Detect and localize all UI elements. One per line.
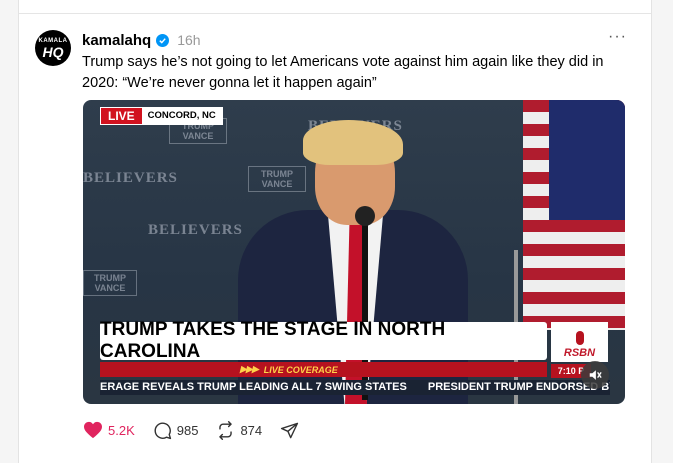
- live-coverage-label: LIVE COVERAGE: [263, 364, 338, 375]
- comment-button[interactable]: 985: [153, 421, 199, 440]
- flag-canton: [549, 100, 625, 220]
- heart-icon: [84, 421, 102, 439]
- more-icon[interactable]: ···: [608, 28, 627, 46]
- live-badge: LIVE CONCORD, NC: [100, 107, 223, 125]
- like-button[interactable]: 5.2K: [83, 421, 135, 439]
- share-icon: [281, 422, 299, 438]
- avatar[interactable]: KAMALA HQ: [35, 30, 71, 66]
- like-count: 5.2K: [108, 422, 135, 438]
- ticker-item: ERAGE REVEALS TRUMP LEADING ALL 7 SWING …: [100, 381, 407, 393]
- repost-button[interactable]: 874: [216, 420, 263, 440]
- mute-icon[interactable]: [581, 361, 609, 389]
- backdrop-trump-vance-2: TRUMP VANCE: [248, 166, 306, 192]
- chyron-headline: TRUMP TAKES THE STAGE IN NORTH CAROLINA: [100, 319, 547, 362]
- speaker-hair: [303, 120, 403, 165]
- comment-icon: [154, 421, 171, 439]
- avatar-text-main: HQ: [42, 43, 64, 60]
- backdrop-trump-vance-3: TRUMP VANCE: [83, 270, 137, 296]
- play-arrows-icon: ▶▶▶: [240, 364, 259, 374]
- network-name: RSBN: [563, 347, 596, 359]
- post-header: kamalahq 16h: [82, 30, 201, 50]
- microphone: [355, 206, 375, 226]
- location-label: CONCORD, NC: [141, 108, 222, 124]
- backdrop-believers-3: BELIEVERS: [148, 222, 243, 238]
- video-player[interactable]: BELIEVERS BELIEVERS BELIEVERS TRUMP VANC…: [83, 100, 625, 404]
- thread-post: KAMALA HQ kamalahq 16h ··· Trump says he…: [19, 14, 651, 463]
- comment-count: 985: [176, 422, 199, 438]
- network-logo: RSBN: [551, 322, 608, 362]
- live-coverage-bar: ▶▶▶ LIVE COVERAGE: [100, 362, 547, 377]
- live-label: LIVE: [101, 108, 142, 124]
- repost-icon: [219, 420, 233, 440]
- post-actions: 5.2K 985 874: [83, 418, 322, 442]
- right-sidebar-edge: [651, 0, 673, 463]
- backdrop-believers-2: BELIEVERS: [83, 170, 178, 186]
- timestamp[interactable]: 16h: [177, 32, 200, 48]
- left-sidebar-edge: [0, 0, 19, 463]
- post-caption: Trump says he’s not going to let America…: [82, 54, 604, 91]
- network-mic-icon: [575, 331, 584, 345]
- share-button[interactable]: [280, 421, 304, 440]
- repost-count: 874: [240, 422, 263, 438]
- verified-badge-icon: [156, 33, 170, 47]
- news-ticker: ERAGE REVEALS TRUMP LEADING ALL 7 SWING …: [100, 380, 610, 395]
- username-link[interactable]: kamalahq: [82, 32, 151, 49]
